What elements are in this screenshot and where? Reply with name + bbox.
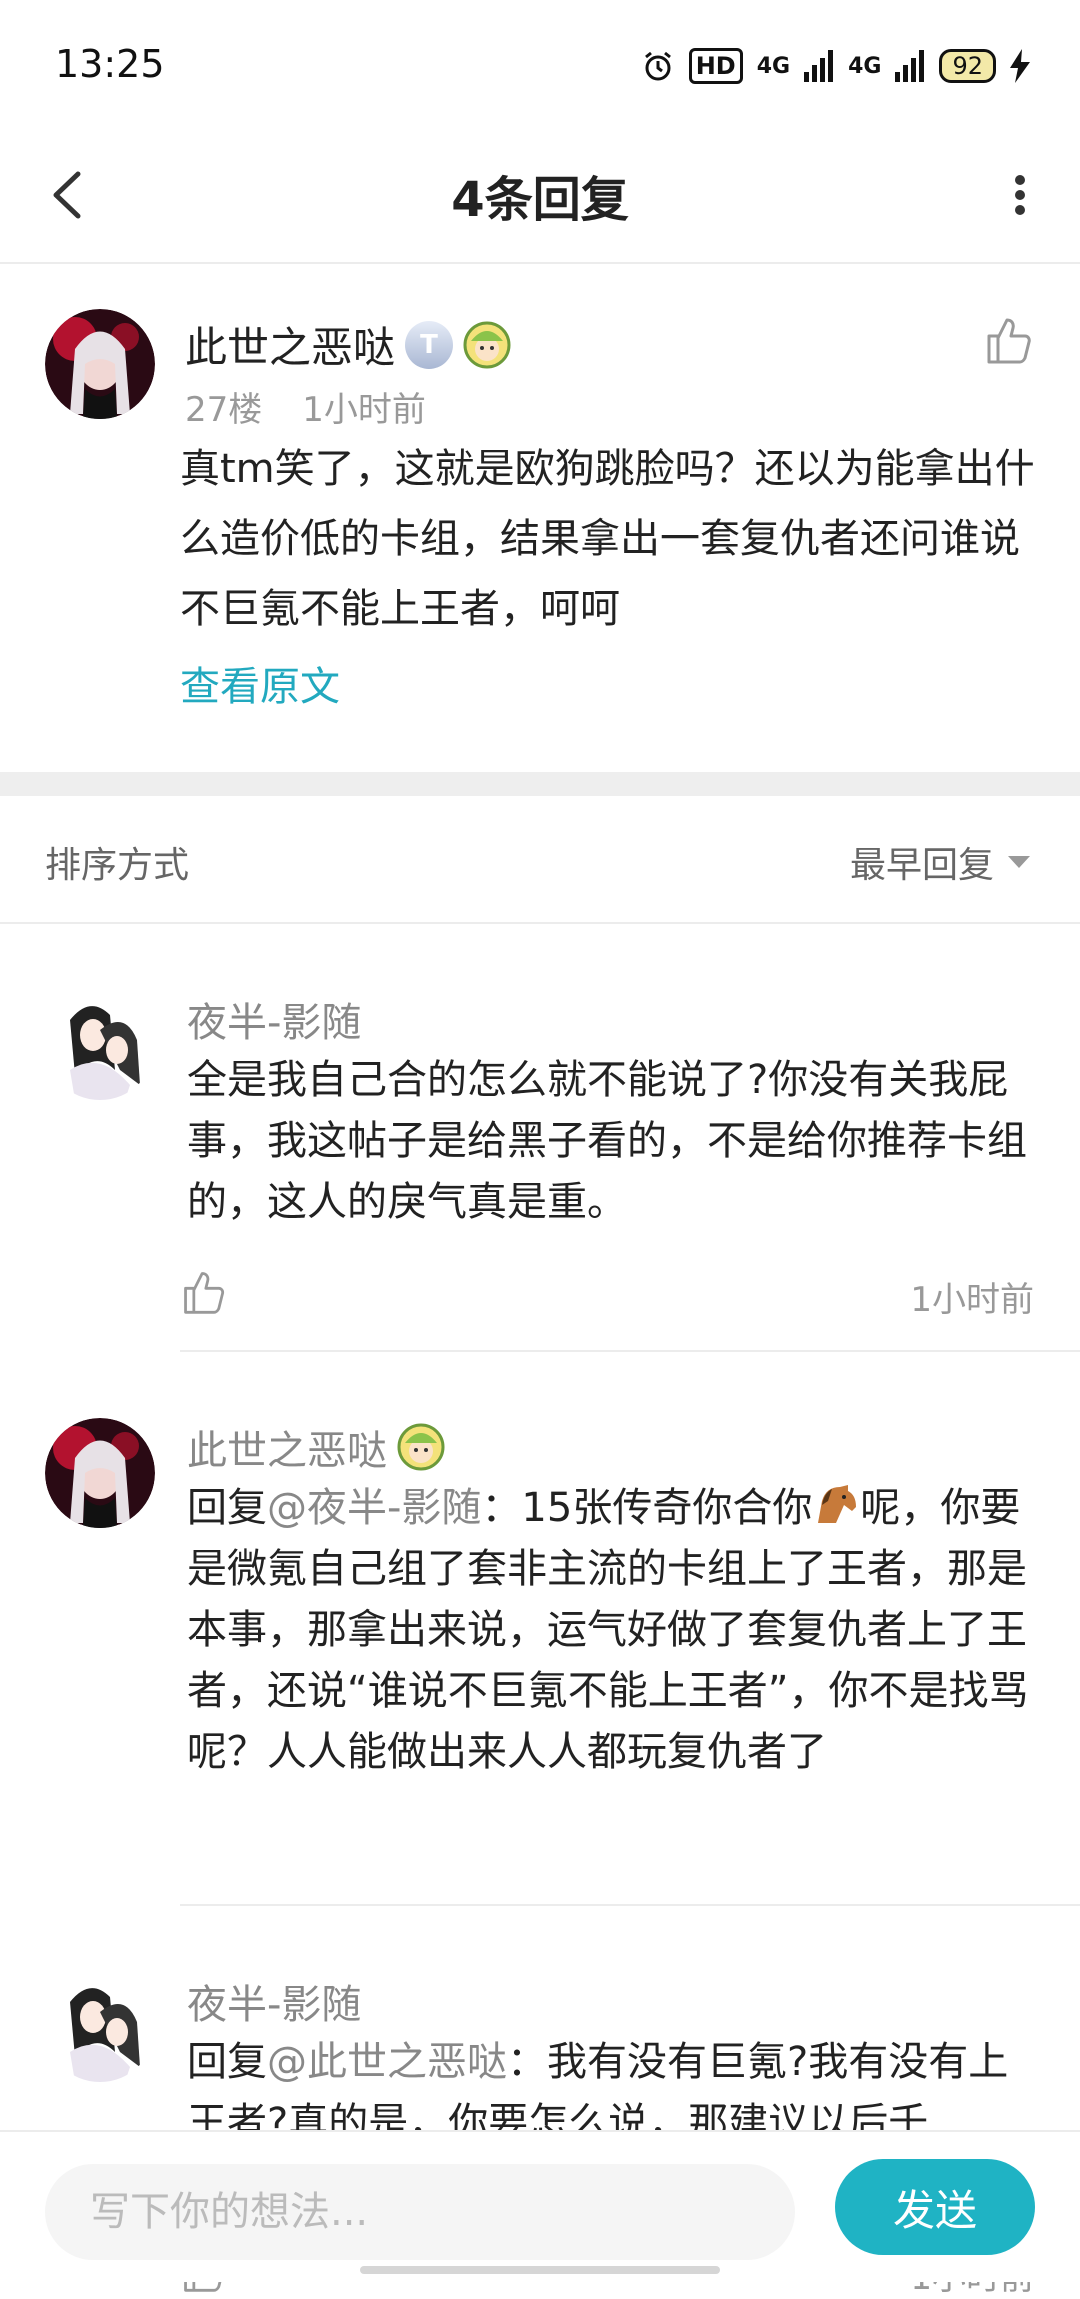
reply-item: 夜半-影随 回复@此世之恶哒：我有没有巨氪?我有没有上王者?真的是，你要怎么说，… — [0, 1972, 1080, 2130]
avatar[interactable] — [45, 1972, 155, 2082]
like-thumb-icon[interactable] — [983, 314, 1035, 366]
dropdown-arrow-icon — [1008, 856, 1030, 868]
sort-label: 排序方式 — [45, 845, 190, 886]
reply-prefix: 回复 — [187, 1485, 267, 1531]
floor-number: 27楼 — [185, 390, 263, 430]
signal-1-icon — [804, 50, 834, 82]
post-meta: 27楼 1小时前 — [185, 382, 426, 431]
send-button[interactable]: 发送 — [835, 2159, 1035, 2255]
alarm-icon — [644, 51, 671, 81]
mention-link[interactable]: @夜半-影随 — [267, 1485, 481, 1531]
page-title: 4条回复 — [451, 172, 629, 228]
post-time: 1小时前 — [302, 390, 426, 430]
post-author[interactable]: 此世之恶哒 T — [185, 314, 511, 375]
top-bar: 4条回复 — [0, 130, 1080, 264]
comment-input[interactable] — [45, 2164, 795, 2260]
status-icons: HD 4G 4G 92 — [641, 48, 1030, 84]
sort-bar: 排序方式 最早回复 — [0, 796, 1080, 924]
like-thumb-icon[interactable] — [180, 1268, 228, 1316]
mention-link[interactable]: @此世之恶哒 — [267, 2039, 507, 2085]
hd-voice-icon: HD — [688, 48, 743, 84]
charging-icon — [1010, 49, 1030, 83]
character-badge-icon — [463, 321, 511, 368]
reply-body: 回复@此世之恶哒：我有没有巨氪?我有没有上王者?真的是，你要怎么说，那建议以后千 — [187, 2032, 1037, 2130]
author-name: 此世之恶哒 — [187, 1428, 387, 1474]
reply-text: ：15张传奇你合你 — [481, 1485, 813, 1531]
reply-body: 回复@夜半-影随：15张传奇你合你 呢，你要是微氪自己组了套非主流的卡组上了王者，… — [187, 1478, 1037, 1783]
status-time: 13:25 — [55, 42, 165, 86]
author-name: 此世之恶哒 — [185, 323, 396, 372]
signal-2-label: 4G — [848, 53, 882, 79]
battery-icon: 92 — [939, 49, 996, 83]
signal-2-icon — [895, 50, 925, 82]
sort-value: 最早回复 — [849, 845, 994, 886]
reply-body: 全是我自己合的怎么就不能说了?你没有关我屁事，我这帖子是给黑子看的，不是给你推荐… — [187, 1057, 1027, 1225]
view-original-link[interactable]: 查看原文 — [180, 654, 340, 712]
status-bar: 13:25 HD 4G 4G 92 — [0, 0, 1080, 130]
sort-dropdown[interactable]: 最早回复 — [850, 836, 1030, 888]
more-options-icon[interactable] — [1000, 160, 1040, 230]
avatar[interactable] — [45, 1418, 155, 1528]
reply-author[interactable]: 夜半-影随 — [187, 1972, 361, 2030]
reply-prefix: 回复 — [187, 2039, 267, 2085]
reply-time: 1小时前 — [910, 1280, 1034, 1320]
character-badge-icon — [397, 1423, 445, 1471]
reply-author[interactable]: 此世之恶哒 — [187, 1418, 445, 1476]
reply-divider — [180, 1350, 1080, 1352]
section-divider — [0, 772, 1080, 796]
original-post: 此世之恶哒 T 27楼 1小时前 真tm笑了，这就是欧狗跳脸吗？还以为能拿出什么造… — [0, 264, 1080, 772]
post-body: 真tm笑了，这就是欧狗跳脸吗？还以为能拿出什么造价低的卡组，结果拿出一套复仇者还… — [180, 446, 1035, 632]
avatar[interactable] — [45, 309, 155, 419]
horse-emoji-icon — [818, 1485, 857, 1523]
avatar[interactable] — [45, 990, 155, 1100]
reply-author[interactable]: 夜半-影随 — [187, 990, 361, 1048]
home-indicator[interactable] — [360, 2266, 720, 2274]
level-badge-icon: T — [405, 320, 454, 369]
signal-1-label: 4G — [756, 53, 791, 79]
comment-composer: 发送 — [0, 2130, 1080, 2282]
reply-divider — [180, 1904, 1080, 1906]
